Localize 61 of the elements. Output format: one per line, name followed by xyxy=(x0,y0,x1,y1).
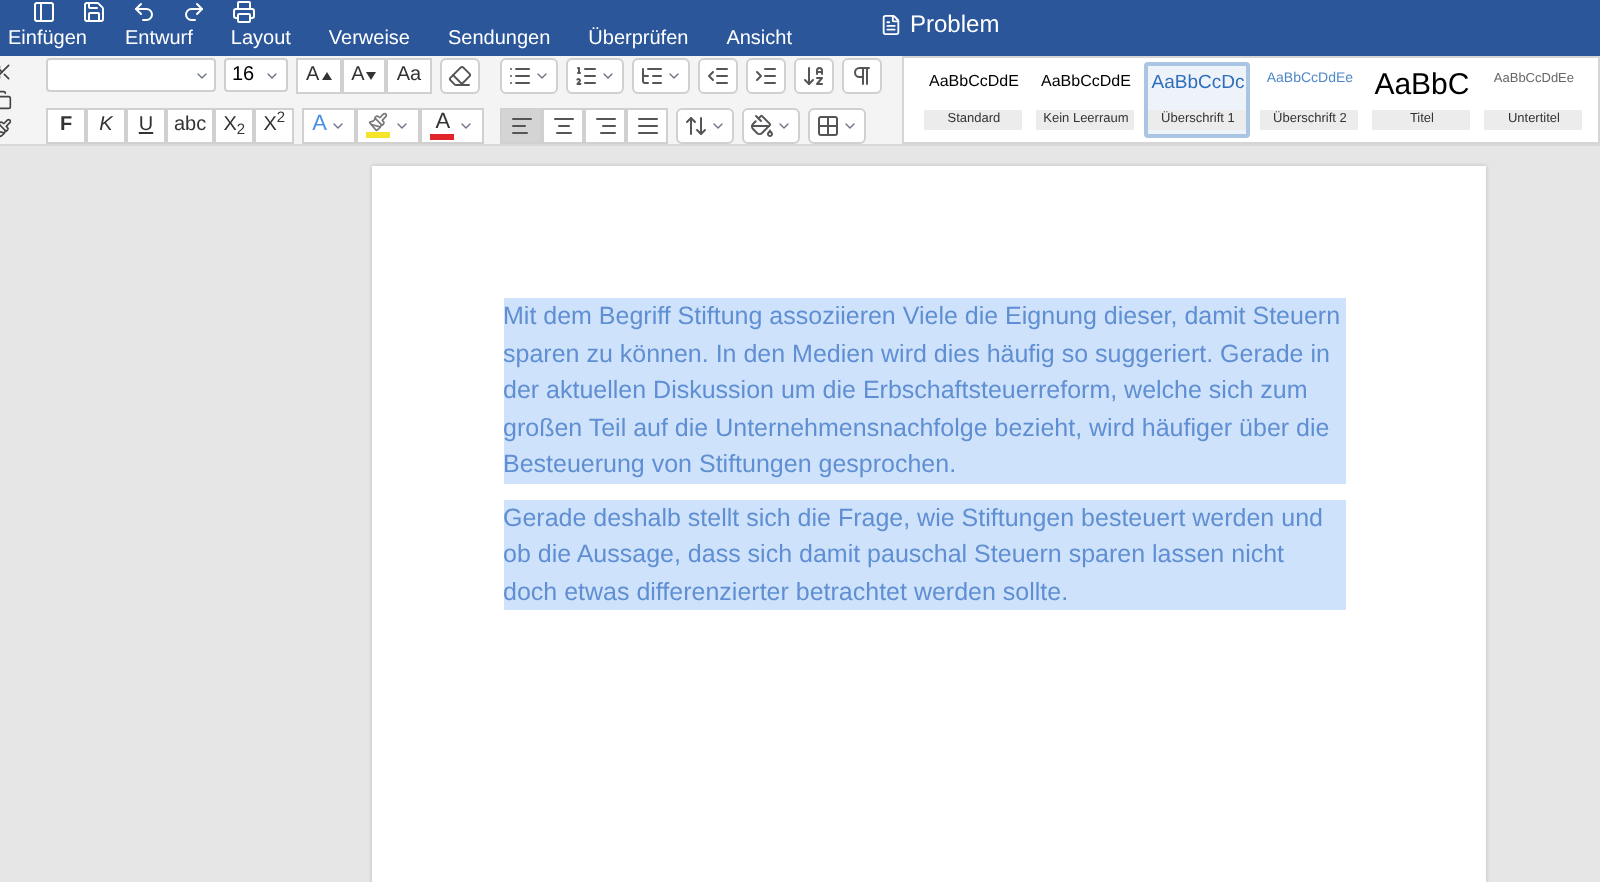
ribbon-tab[interactable]: Einfügen xyxy=(8,24,87,54)
document-icon xyxy=(880,13,902,35)
decrease-indent-button[interactable] xyxy=(698,57,739,93)
format-button[interactable]: X$_{2}$ xyxy=(214,107,255,143)
sort-icon xyxy=(802,63,827,87)
align-button[interactable] xyxy=(584,107,627,143)
align-button[interactable] xyxy=(542,107,585,143)
sidebar-icon[interactable] xyxy=(32,0,56,24)
align-icon xyxy=(551,113,576,137)
borders-button[interactable] xyxy=(808,107,867,143)
highlight-button[interactable] xyxy=(356,107,421,143)
ribbon-tab[interactable]: Sendungen xyxy=(448,24,551,54)
line-spacing-button[interactable] xyxy=(676,107,735,143)
pilcrow-button[interactable] xyxy=(842,57,883,93)
decrease-indent-icon xyxy=(706,63,731,87)
align-icon xyxy=(593,113,618,137)
grow-font-button[interactable]: A xyxy=(296,57,342,93)
redo-icon[interactable] xyxy=(182,0,206,24)
ribbon-tab[interactable]: Ansicht xyxy=(726,24,792,54)
change-case-button[interactable]: Aa xyxy=(386,57,432,93)
sort-button[interactable] xyxy=(794,57,835,93)
multilevel-list-button[interactable] xyxy=(632,57,691,93)
align-button[interactable] xyxy=(626,107,669,143)
pilcrow-icon xyxy=(850,63,875,87)
highlighter-icon xyxy=(368,112,389,132)
numbered-list-button[interactable] xyxy=(566,57,625,93)
save-icon[interactable] xyxy=(82,0,106,24)
document-paragraph: Mit dem Begriff Stiftung assoziieren Viele die Eignung dieser, damit Steuern sparen zu können. In den Medien wird dies häufig so suggeriert. Gerade in der aktuellen Diskussion um die Erbschaftsteuerreform, welche sich zum großen Teil auf die Unternehmensnachfolge bezieht, wird häufiger über die Besteuerung von Stiftungen gesprochen. xyxy=(503,298,1345,483)
align-icon xyxy=(509,113,534,137)
ribbon-tab[interactable]: Verweise xyxy=(328,24,410,54)
borders-icon xyxy=(816,113,841,137)
increase-indent-icon xyxy=(754,63,779,87)
format-button[interactable]: abc xyxy=(166,107,215,143)
shading-button[interactable] xyxy=(742,107,801,143)
line-spacing-icon xyxy=(684,113,709,137)
shrink-font-button[interactable]: A xyxy=(341,57,387,93)
multilevel-list-icon xyxy=(640,63,665,87)
clear-format-icon xyxy=(447,63,472,87)
format-button[interactable]: U xyxy=(126,107,166,143)
undo-icon[interactable] xyxy=(132,0,156,24)
down-triangle-icon xyxy=(366,71,377,79)
ribbon-tab[interactable]: Entwurf xyxy=(124,24,193,54)
numbered-list-icon xyxy=(574,63,599,87)
format-button[interactable]: F xyxy=(46,107,86,143)
document-paragraph: Gerade deshalb stellt sich die Frage, wie Stiftungen besteuert werden und ob die Aussage, dass sich damit pauschal Steuern sparen lassen nicht doch etwas differenzierter betrachtet werden sollte. xyxy=(503,499,1345,610)
print-icon[interactable] xyxy=(232,0,256,24)
ribbon-tab[interactable]: Überprüfen xyxy=(588,24,689,54)
increase-indent-button[interactable] xyxy=(746,57,787,93)
ribbon-tab[interactable]: Layout xyxy=(230,24,291,54)
up-triangle-icon xyxy=(321,71,332,79)
font-color-button[interactable]: A xyxy=(420,107,485,143)
format-button[interactable]: X$^{2}$ xyxy=(254,107,295,143)
align-icon xyxy=(635,113,660,137)
clear-format-button[interactable] xyxy=(439,57,480,93)
font-size-field[interactable]: 16 xyxy=(224,58,288,92)
font-name-field[interactable] xyxy=(46,58,216,92)
shading-icon xyxy=(750,113,775,137)
window-title: Problem xyxy=(910,8,1000,42)
align-button[interactable] xyxy=(500,107,543,143)
format-button[interactable]: K xyxy=(86,107,126,143)
bullet-list-button[interactable] xyxy=(500,57,559,93)
